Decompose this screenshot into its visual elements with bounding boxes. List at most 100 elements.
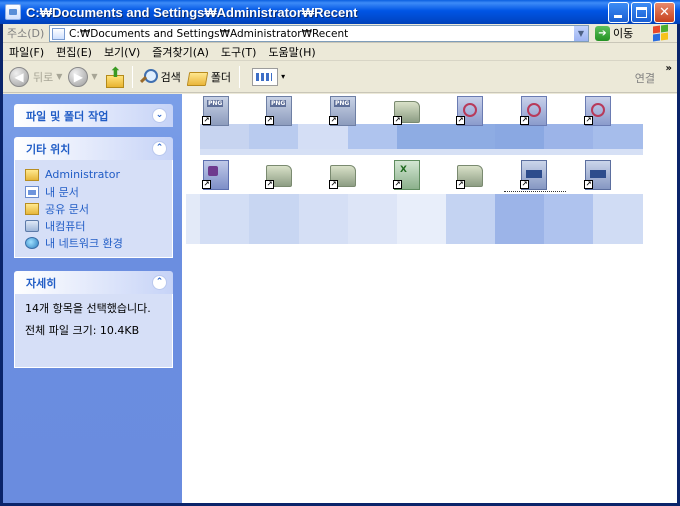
address-label: 주소(D) — [7, 27, 45, 40]
content-area: 파일 및 폴더 작업 ⌄ 기타 위치 ⌃ Administrator 내 문서 … — [3, 94, 677, 503]
file-label-highlight — [348, 194, 397, 244]
search-icon — [139, 68, 158, 86]
maximize-button[interactable] — [631, 2, 652, 23]
place-label: 공유 문서 — [45, 202, 89, 216]
chevron-down-icon[interactable]: ▼ — [573, 26, 588, 41]
search-button[interactable]: 검색 — [139, 68, 181, 86]
chevron-right-icon[interactable]: » — [666, 63, 672, 74]
address-value[interactable]: C:₩Documents and Settings₩Administrator₩… — [69, 28, 348, 40]
file-label-highlight — [200, 194, 249, 244]
title-bar[interactable]: C:₩Documents and Settings₩Administrator₩… — [0, 0, 680, 24]
place-label: 내컴퓨터 — [45, 219, 86, 233]
place-shared-documents[interactable]: 공유 문서 — [25, 200, 162, 217]
folders-label: 폴더 — [210, 70, 232, 84]
views-icon — [252, 67, 279, 86]
task-pane: 파일 및 폴더 작업 ⌄ 기타 위치 ⌃ Administrator 내 문서 … — [3, 94, 183, 503]
shortcut-arrow-icon: ↗ — [456, 180, 465, 189]
file-item[interactable]: ↗ — [265, 160, 296, 192]
other-places-header[interactable]: 기타 위치 ⌃ — [14, 137, 173, 160]
shortcut-arrow-icon: ↗ — [520, 180, 529, 189]
file-label-highlight — [200, 149, 643, 155]
minimize-button[interactable] — [608, 2, 629, 23]
back-label: 뒤로 — [33, 70, 54, 84]
menu-tools[interactable]: 도구(T) — [215, 44, 263, 60]
menu-edit[interactable]: 편집(E) — [50, 44, 98, 60]
back-arrow-icon: ◀ — [9, 66, 29, 87]
windows-logo-icon — [651, 24, 669, 42]
details-title: 자세히 — [26, 276, 57, 290]
place-network[interactable]: 내 네트워크 환경 — [25, 234, 162, 251]
file-item[interactable]: ↗ — [584, 96, 615, 128]
file-tasks-panel: 파일 및 폴더 작업 ⌄ — [14, 104, 173, 127]
views-button[interactable]: ▾ — [246, 67, 286, 86]
chevron-down-icon: ▾ — [281, 72, 286, 81]
folders-icon — [187, 68, 207, 86]
selection-count: 14개 항목을 선택했습니다. — [25, 302, 151, 315]
file-item[interactable]: ↗ — [329, 160, 360, 192]
forward-button[interactable]: ▶ ▼ — [68, 66, 98, 87]
total-size: 전체 파일 크기: 10.4KB — [25, 324, 140, 337]
menu-help[interactable]: 도움말(H) — [262, 44, 321, 60]
details-body: 14개 항목을 선택했습니다. 전체 파일 크기: 10.4KB — [14, 294, 173, 368]
links-label[interactable]: 연결 — [635, 70, 655, 86]
maximize-icon — [636, 7, 647, 18]
place-label: 내 네트워크 환경 — [45, 236, 123, 250]
folder-window-icon — [5, 4, 21, 20]
shortcut-arrow-icon: ↗ — [329, 116, 338, 125]
place-administrator[interactable]: Administrator — [25, 166, 162, 183]
focus-indicator — [504, 191, 566, 192]
window-title: C:₩Documents and Settings₩Administrator₩… — [26, 4, 358, 20]
documents-icon — [25, 185, 39, 198]
address-field[interactable]: C:₩Documents and Settings₩Administrator₩… — [49, 25, 589, 42]
file-item[interactable]: ↗ — [584, 160, 615, 192]
details-header[interactable]: 자세히 ⌃ — [14, 271, 173, 294]
other-places-title: 기타 위치 — [26, 142, 71, 156]
expand-icon[interactable]: ⌄ — [152, 108, 167, 123]
file-label-highlight — [446, 194, 495, 244]
shortcut-arrow-icon: ↗ — [265, 180, 274, 189]
file-item[interactable]: ↗ — [520, 160, 551, 192]
go-arrow-icon: ➔ — [595, 25, 610, 41]
folder-up-icon — [104, 65, 124, 88]
file-label-highlight — [397, 194, 446, 244]
menu-bar: 파일(F) 편집(E) 보기(V) 즐겨찾기(A) 도구(T) 도움말(H) — [3, 43, 677, 61]
file-label-highlight — [495, 194, 544, 244]
file-list[interactable]: ↗ ↗ ↗ ↗ ↗ ↗ ↗ — [184, 94, 677, 503]
details-panel: 자세히 ⌃ 14개 항목을 선택했습니다. 전체 파일 크기: 10.4KB — [14, 271, 173, 368]
file-label-highlight — [249, 194, 299, 244]
up-button[interactable] — [104, 65, 124, 88]
folder-icon — [52, 27, 65, 40]
back-button[interactable]: ◀ 뒤로 ▼ — [9, 66, 62, 87]
shortcut-arrow-icon: ↗ — [456, 116, 465, 125]
close-button[interactable]: ✕ — [654, 2, 675, 23]
place-my-documents[interactable]: 내 문서 — [25, 183, 162, 200]
forward-arrow-icon: ▶ — [68, 66, 89, 87]
file-item[interactable]: ↗ — [393, 160, 424, 192]
go-button[interactable]: ➔ 이동 — [595, 25, 633, 41]
file-item[interactable]: ↗ — [265, 96, 296, 128]
file-label-highlight — [186, 194, 200, 244]
folders-button[interactable]: 폴더 — [187, 68, 231, 86]
chevron-down-icon[interactable]: ▼ — [56, 72, 62, 81]
shortcut-arrow-icon: ↗ — [584, 116, 593, 125]
file-item[interactable]: ↗ — [520, 96, 551, 128]
file-item[interactable]: ↗ — [329, 96, 360, 128]
file-tasks-header[interactable]: 파일 및 폴더 작업 ⌄ — [14, 104, 173, 127]
chevron-down-icon[interactable]: ▼ — [91, 72, 97, 81]
shortcut-arrow-icon: ↗ — [393, 116, 402, 125]
menu-file[interactable]: 파일(F) — [3, 44, 50, 60]
file-item[interactable]: ↗ — [393, 96, 424, 128]
file-item[interactable]: ↗ — [456, 96, 487, 128]
file-item[interactable]: ↗ — [202, 96, 233, 128]
file-item[interactable]: ↗ — [202, 160, 233, 192]
menu-favorites[interactable]: 즐겨찾기(A) — [146, 44, 215, 60]
collapse-icon[interactable]: ⌃ — [152, 275, 167, 290]
file-item[interactable]: ↗ — [456, 160, 487, 192]
place-my-computer[interactable]: 내컴퓨터 — [25, 217, 162, 234]
collapse-icon[interactable]: ⌃ — [152, 141, 167, 156]
close-icon: ✕ — [659, 5, 670, 20]
folder-icon — [25, 202, 39, 215]
menu-view[interactable]: 보기(V) — [98, 44, 146, 60]
shortcut-arrow-icon: ↗ — [265, 116, 274, 125]
toolbar-separator — [239, 65, 241, 88]
